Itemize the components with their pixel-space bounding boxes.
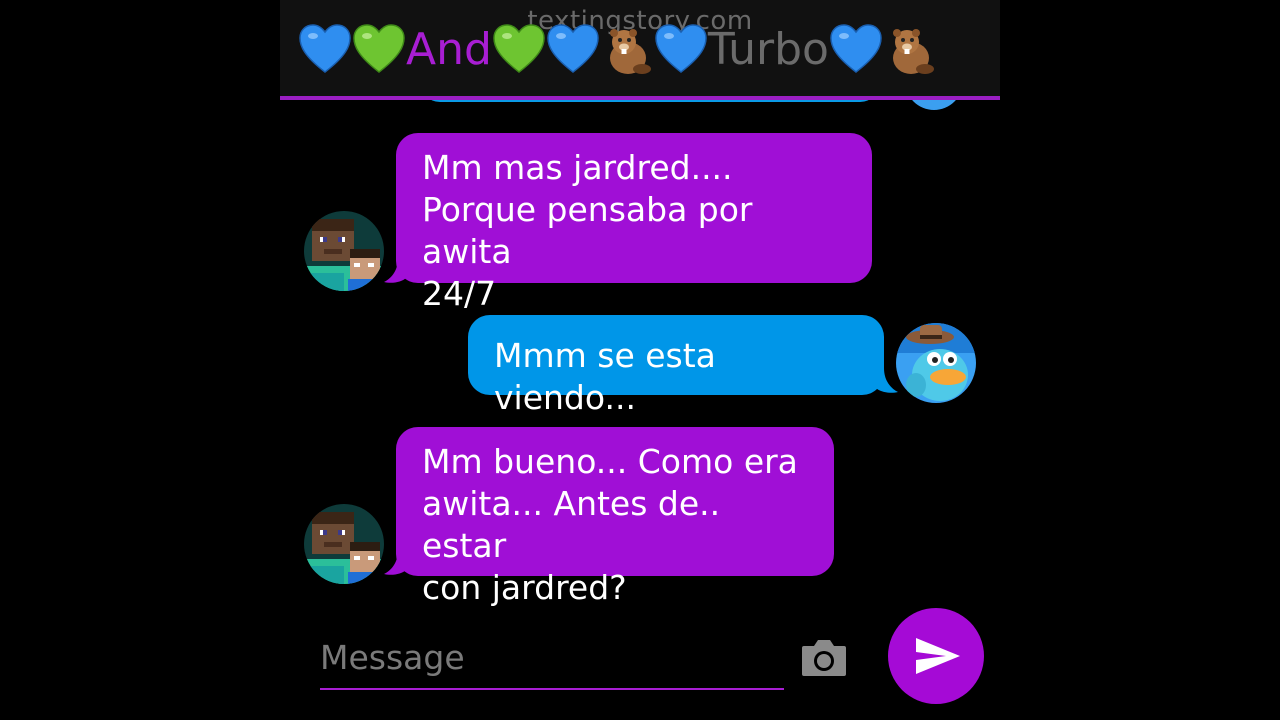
message-input[interactable]: Message [320,630,784,690]
beaver-icon [609,29,651,74]
chat-title: And Turbo [298,22,937,78]
send-button[interactable] [888,608,984,704]
name-turbo: Turbo [707,24,829,75]
message-input-placeholder: Message [320,638,465,677]
message-bubble-and: Mm bueno... Como era awita... Antes de..… [396,427,834,607]
message-bubble-turbo: Mmm se esta viendo... [468,315,884,417]
name-and: And [406,24,492,75]
green-heart-icon [493,24,545,73]
message-bubble-and: Mm mas jardred.... Porque pensaba por aw… [396,133,872,313]
send-icon [916,638,960,674]
beaver-icon [892,29,934,74]
chat-screen: textingstory.com And Turbo Mm mas jardred… [280,0,1000,720]
turbo-avatar [896,323,976,403]
blue-heart-icon [299,24,351,73]
bubble-tail [876,368,898,393]
camera-icon[interactable] [800,636,848,678]
and-avatar [304,504,384,584]
blue-heart-icon [655,24,707,73]
blue-heart-icon [547,24,599,73]
green-heart-icon [353,24,405,73]
blue-heart-icon [830,24,882,73]
chat-header: textingstory.com And Turbo [280,0,1000,100]
and-avatar [304,211,384,291]
